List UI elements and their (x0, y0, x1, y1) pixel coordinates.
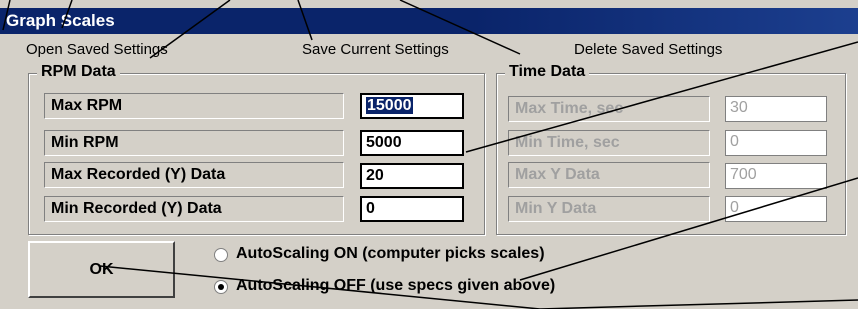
menu-open-saved-settings[interactable]: Open Saved Settings (26, 41, 168, 58)
autoscaling-on-option[interactable]: AutoScaling ON (computer picks scales) (214, 245, 774, 269)
max-recorded-y-label: Max Recorded (Y) Data (44, 162, 344, 188)
autoscaling-on-label: AutoScaling ON (computer picks scales) (236, 245, 545, 262)
autoscaling-off-label: AutoScaling OFF (use specs given above) (236, 277, 556, 294)
menu-delete-saved-settings[interactable]: Delete Saved Settings (574, 41, 722, 58)
max-time-label: Max Time, sec (508, 96, 710, 122)
time-data-legend: Time Data (505, 63, 590, 81)
graph-scales-dialog: Graph Scales Open Saved Settings Save Cu… (0, 0, 858, 309)
min-y-data-label: Min Y Data (508, 196, 710, 222)
min-recorded-y-input[interactable]: 0 (360, 196, 464, 222)
title-bar: Graph Scales (0, 8, 858, 34)
window-title: Graph Scales (6, 11, 115, 30)
min-rpm-input[interactable]: 5000 (360, 130, 464, 156)
max-recorded-y-input[interactable]: 20 (360, 163, 464, 189)
max-y-data-input[interactable]: 700 (725, 163, 827, 189)
max-rpm-value: 15000 (366, 97, 413, 114)
min-rpm-label: Min RPM (44, 130, 344, 156)
menu-bar: Open Saved Settings Save Current Setting… (0, 38, 858, 62)
menu-save-current-settings[interactable]: Save Current Settings (302, 41, 449, 58)
autoscaling-on-radio[interactable] (214, 248, 228, 262)
min-time-label: Min Time, sec (508, 130, 710, 156)
min-y-data-input[interactable]: 0 (725, 196, 827, 222)
autoscaling-off-option[interactable]: AutoScaling OFF (use specs given above) (214, 277, 774, 301)
min-time-input[interactable]: 0 (725, 130, 827, 156)
ok-button[interactable]: OK (28, 241, 175, 298)
rpm-data-legend: RPM Data (37, 63, 120, 81)
min-recorded-y-label: Min Recorded (Y) Data (44, 196, 344, 222)
max-y-data-label: Max Y Data (508, 162, 710, 188)
max-time-input[interactable]: 30 (725, 96, 827, 122)
autoscaling-off-radio[interactable] (214, 280, 228, 294)
max-rpm-input[interactable]: 15000 (360, 93, 464, 119)
max-rpm-label: Max RPM (44, 93, 344, 119)
